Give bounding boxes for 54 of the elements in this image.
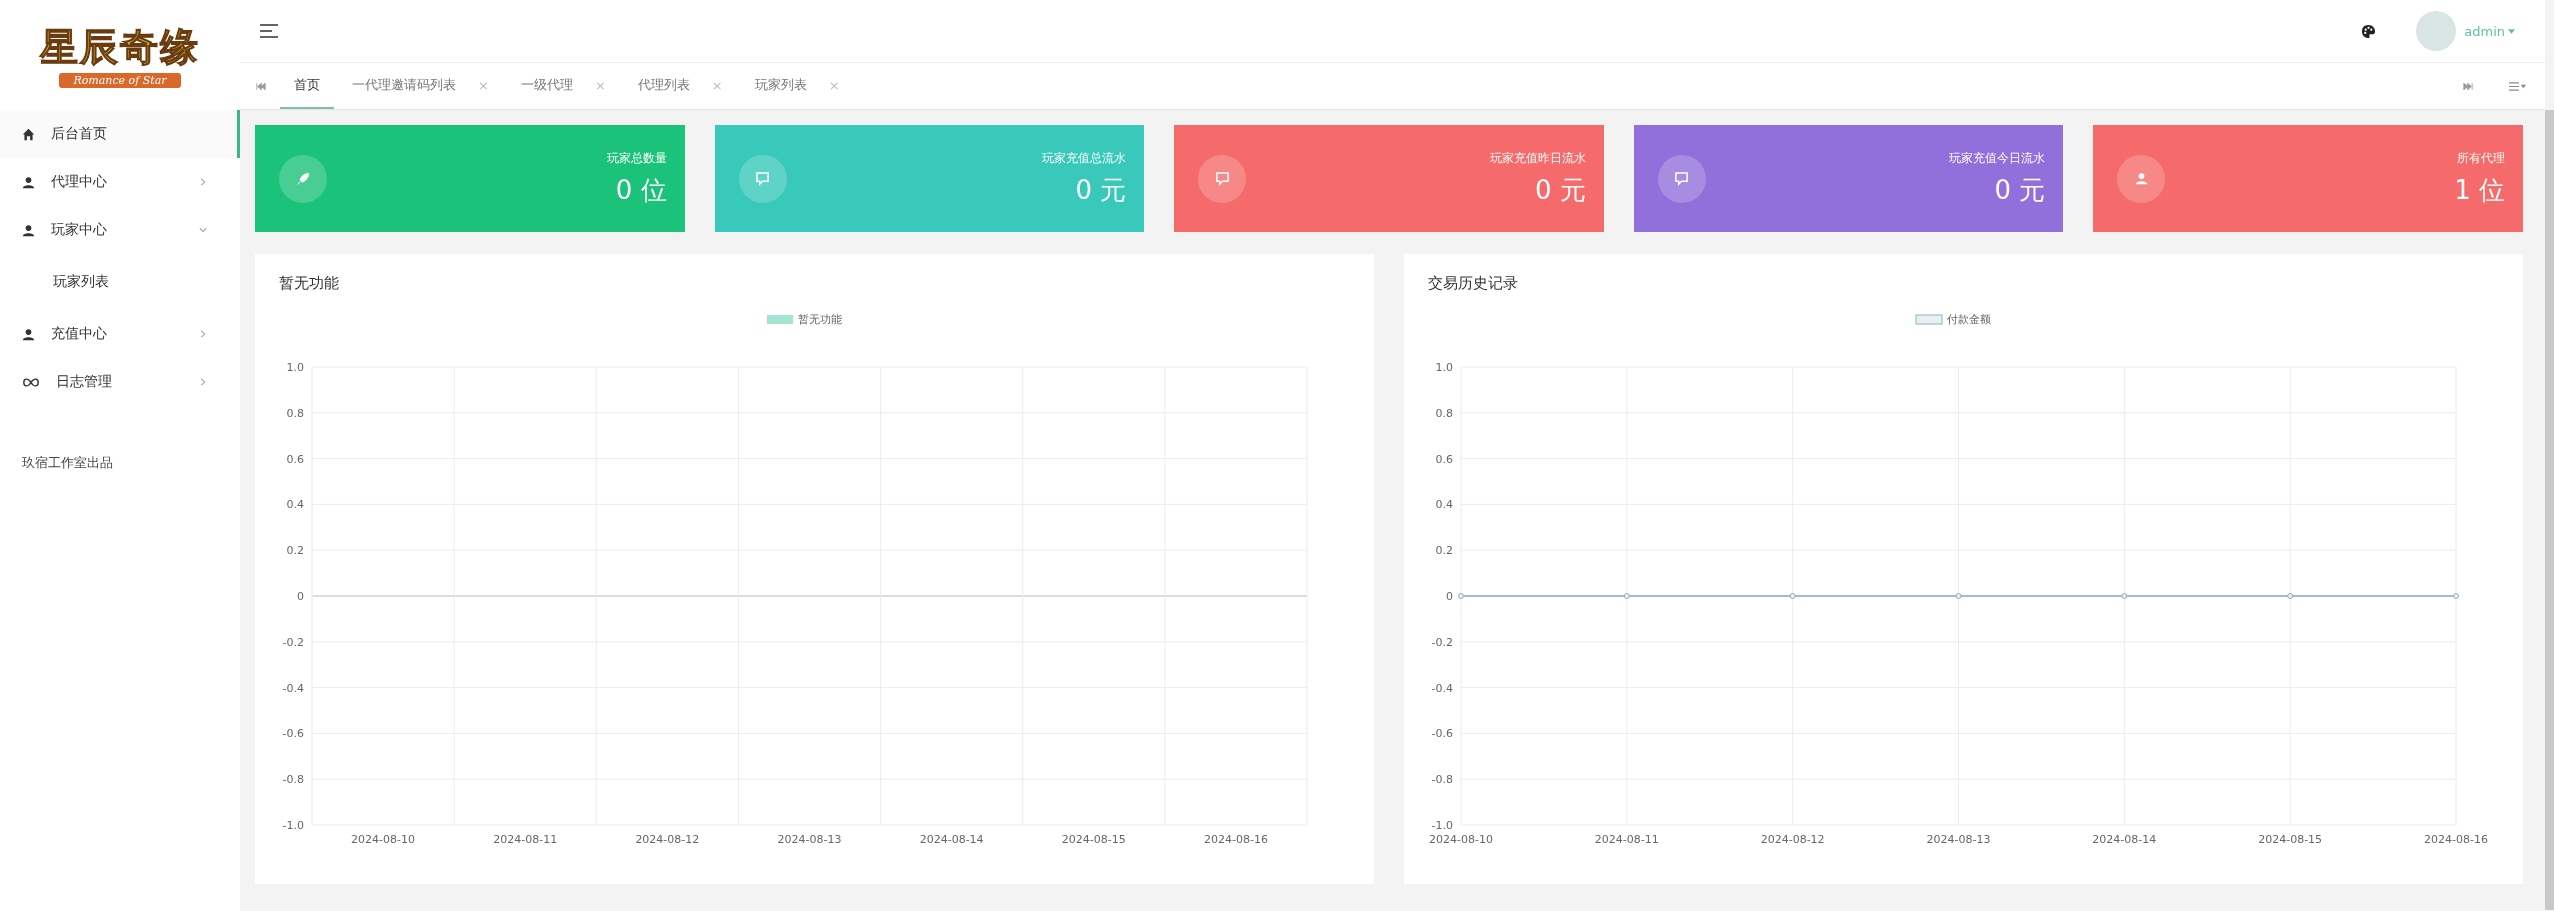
y-tick-label: -1.0 bbox=[282, 819, 304, 832]
y-tick-label: 0.8 bbox=[1435, 406, 1453, 420]
x-tick-label: 2024-08-16 bbox=[2424, 833, 2488, 846]
stat-label: 玩家充值昨日流水 bbox=[1489, 149, 1586, 167]
y-tick-label: -0.8 bbox=[282, 773, 304, 787]
chart-legend: 暂无功能 bbox=[767, 313, 842, 326]
stat-label: 所有代理 bbox=[2456, 149, 2505, 167]
y-tick-label: 0.4 bbox=[1435, 498, 1453, 512]
x-tick-label: 2024-08-11 bbox=[1594, 833, 1659, 846]
y-tick-label: -0.4 bbox=[282, 681, 304, 695]
y-tick-label: -0.2 bbox=[282, 635, 304, 649]
panel-title: 暂无功能 bbox=[278, 273, 340, 294]
y-tick-label: -0.6 bbox=[1431, 727, 1453, 741]
legend-label: 暂无功能 bbox=[798, 313, 842, 326]
stat-label: 玩家充值今日流水 bbox=[1949, 149, 2046, 167]
stat-label: 玩家总数量 bbox=[606, 149, 667, 167]
stat-value: 1 位 bbox=[2454, 173, 2505, 207]
stat-label: 玩家充值总流水 bbox=[1042, 149, 1127, 167]
x-tick-label: 2024-08-14 bbox=[919, 833, 984, 846]
y-tick-label: -1.0 bbox=[1431, 819, 1453, 832]
y-tick-label: 1.0 bbox=[286, 361, 304, 374]
y-tick-label: -0.6 bbox=[282, 727, 304, 741]
stat-value: 0 元 bbox=[1534, 173, 1586, 207]
x-tick-label: 2024-08-12 bbox=[635, 833, 700, 846]
y-tick-label: -0.4 bbox=[1431, 681, 1453, 695]
panel-title: 交易历史记录 bbox=[1427, 273, 1519, 294]
x-tick-label: 2024-08-11 bbox=[493, 833, 558, 846]
game-logo: 星辰奇缘 Romance of Star bbox=[39, 24, 201, 90]
stat-value: 0 位 bbox=[615, 173, 667, 207]
y-tick-label: 0.6 bbox=[286, 452, 304, 466]
stat-value: 0 元 bbox=[1994, 173, 2046, 207]
x-tick-label: 2024-08-10 bbox=[1429, 833, 1493, 846]
y-tick-label: 0.4 bbox=[286, 498, 304, 512]
y-tick-label: 0.2 bbox=[286, 544, 304, 558]
y-tick-label: 0 bbox=[297, 590, 304, 603]
y-tick-label: 1.0 bbox=[1435, 361, 1453, 374]
x-tick-label: 2024-08-12 bbox=[1760, 833, 1825, 846]
chart-legend: 付款金额 bbox=[1915, 313, 1991, 326]
y-tick-label: -0.8 bbox=[1431, 773, 1453, 787]
x-tick-label: 2024-08-15 bbox=[1061, 833, 1126, 846]
stat-value: 0 元 bbox=[1075, 173, 1127, 207]
x-tick-label: 2024-08-13 bbox=[1926, 833, 1991, 846]
credit-text: 玖宿工作室出品 bbox=[21, 454, 114, 472]
x-tick-label: 2024-08-14 bbox=[2092, 833, 2157, 846]
y-tick-label: 0.8 bbox=[286, 406, 304, 420]
x-tick-label: 2024-08-15 bbox=[2258, 833, 2323, 846]
y-tick-label: 0 bbox=[1446, 590, 1453, 603]
y-tick-label: 0.6 bbox=[1435, 452, 1453, 466]
legend-label: 付款金额 bbox=[1947, 313, 1991, 326]
x-tick-label: 2024-08-16 bbox=[1203, 833, 1268, 846]
x-tick-label: 2024-08-10 bbox=[351, 833, 416, 846]
y-tick-label: -0.2 bbox=[1431, 635, 1453, 649]
y-tick-label: 0.2 bbox=[1435, 544, 1453, 558]
x-tick-label: 2024-08-13 bbox=[777, 833, 842, 846]
